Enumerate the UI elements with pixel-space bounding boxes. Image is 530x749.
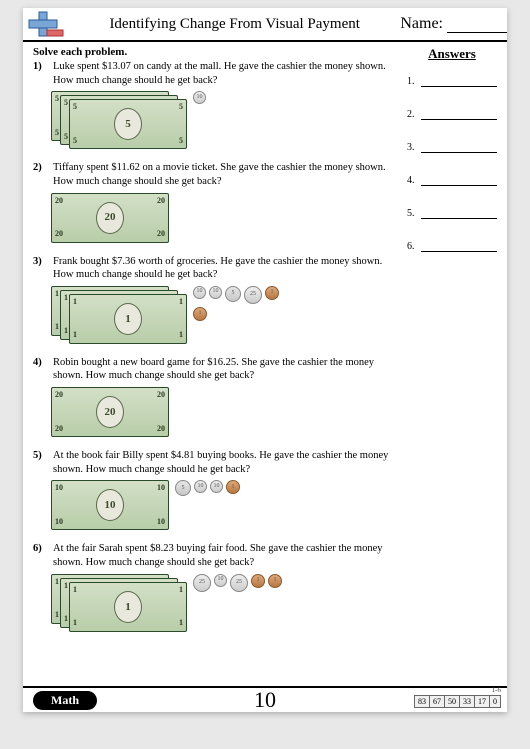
- problem-number: 2): [33, 161, 47, 188]
- bill-5-image: 55555: [69, 99, 187, 149]
- dime-coin-icon: 10: [214, 574, 227, 587]
- money-shown: 2020202020: [51, 193, 395, 243]
- problem-text: At the book fair Billy spent $4.81 buyin…: [53, 449, 395, 476]
- bill-20-image: 2020202020: [51, 387, 169, 437]
- problem-text: At the fair Sarah spent $8.23 buying fai…: [53, 542, 395, 569]
- problem-text: Luke spent $13.07 on candy at the mall. …: [53, 60, 395, 87]
- answer-row: 2.: [407, 109, 497, 120]
- answer-row: 1.: [407, 76, 497, 87]
- footer-bar: Math 10 1-6 83675033170: [23, 686, 507, 712]
- name-label: Name:: [400, 15, 443, 32]
- name-field: Name:: [400, 15, 507, 33]
- quarter-coin-icon: 25: [230, 574, 248, 592]
- page-number: 10: [254, 687, 276, 713]
- bill-stack: 555555555555555: [51, 91, 187, 149]
- problem-item: 2)Tiffany spent $11.62 on a movie ticket…: [33, 161, 395, 242]
- nickel-coin-icon: 5: [175, 480, 191, 496]
- dime-coin-icon: 10: [194, 480, 207, 493]
- dime-coin-icon: 10: [210, 480, 223, 493]
- problem-item: 1)Luke spent $13.07 on candy at the mall…: [33, 60, 395, 149]
- score-boxes: 83675033170: [415, 695, 501, 708]
- bill-stack: 111111111111111: [51, 574, 187, 632]
- bill-1-image: 11111: [69, 294, 187, 344]
- page-title: Identifying Change From Visual Payment: [69, 16, 400, 33]
- money-shown: 111111111111111101052511: [51, 286, 395, 344]
- problem-text: Tiffany spent $11.62 on a movie ticket. …: [53, 161, 395, 188]
- answer-blank-line[interactable]: [421, 241, 498, 252]
- instruction-text: Solve each problem.: [33, 46, 127, 58]
- header-bar: Identifying Change From Visual Payment N…: [23, 8, 507, 42]
- score-range-label: 1-6: [492, 686, 501, 694]
- dime-coin-icon: 10: [209, 286, 222, 299]
- quarter-coin-icon: 25: [193, 574, 211, 592]
- answers-header: Answers: [407, 46, 497, 62]
- bill-stack: 111111111111111: [51, 286, 187, 344]
- answer-blank-line[interactable]: [421, 175, 498, 186]
- answer-number: 3.: [407, 142, 415, 153]
- problems-list: 1)Luke spent $13.07 on candy at the mall…: [33, 60, 395, 644]
- dime-coin-icon: 10: [193, 91, 206, 104]
- answer-number: 5.: [407, 208, 415, 219]
- penny-coin-icon: 1: [251, 574, 265, 588]
- score-box: 83: [414, 695, 430, 708]
- bill-20-image: 2020202020: [51, 193, 169, 243]
- problem-item: 5)At the book fair Billy spent $4.81 buy…: [33, 449, 395, 530]
- answer-row: 5.: [407, 208, 497, 219]
- answer-blank-line[interactable]: [421, 76, 498, 87]
- score-box: 0: [489, 695, 501, 708]
- problem-item: 4)Robin bought a new board game for $16.…: [33, 356, 395, 437]
- answer-row: 6.: [407, 241, 497, 252]
- answer-row: 4.: [407, 175, 497, 186]
- score-box: 17: [474, 695, 490, 708]
- money-shown: 1010101010510101: [51, 480, 395, 530]
- problem-number: 3): [33, 255, 47, 282]
- money-shown: 2020202020: [51, 387, 395, 437]
- problem-item: 3)Frank bought $7.36 worth of groceries.…: [33, 255, 395, 344]
- penny-coin-icon: 1: [268, 574, 282, 588]
- answer-number: 2.: [407, 109, 415, 120]
- name-blank-line[interactable]: [447, 23, 507, 33]
- penny-coin-icon: 1: [265, 286, 279, 300]
- problem-text: Frank bought $7.36 worth of groceries. H…: [53, 255, 395, 282]
- money-shown: 555555555555555 10: [51, 91, 395, 149]
- score-box: 33: [459, 695, 475, 708]
- penny-coin-icon: 1: [193, 307, 207, 321]
- answer-number: 6.: [407, 241, 415, 252]
- problem-number: 4): [33, 356, 47, 383]
- problem-number: 5): [33, 449, 47, 476]
- worksheet-page: Identifying Change From Visual Payment N…: [23, 8, 507, 712]
- money-shown: 11111111111111125102511: [51, 574, 395, 632]
- bill-1-image: 11111: [69, 582, 187, 632]
- math-badge: Math: [33, 691, 97, 710]
- score-box: 50: [444, 695, 460, 708]
- logo-icon: [23, 7, 69, 41]
- problem-item: 6)At the fair Sarah spent $8.23 buying f…: [33, 542, 395, 631]
- answer-blank-line[interactable]: [421, 109, 498, 120]
- answer-number: 1.: [407, 76, 415, 87]
- answers-column: Answers 1. 2. 3. 4. 5. 6.: [407, 46, 497, 274]
- coin-group: 101052511: [193, 286, 283, 321]
- problem-number: 6): [33, 542, 47, 569]
- problem-text: Robin bought a new board game for $16.25…: [53, 356, 395, 383]
- problem-number: 1): [33, 60, 47, 87]
- answer-row: 3.: [407, 142, 497, 153]
- coin-group: 10: [193, 91, 206, 104]
- score-box: 67: [429, 695, 445, 708]
- nickel-coin-icon: 5: [225, 286, 241, 302]
- quarter-coin-icon: 25: [244, 286, 262, 304]
- answer-blank-line[interactable]: [421, 208, 498, 219]
- bill-10-image: 1010101010: [51, 480, 169, 530]
- answer-number: 4.: [407, 175, 415, 186]
- coin-group: 510101: [175, 480, 240, 496]
- penny-coin-icon: 1: [226, 480, 240, 494]
- coin-group: 25102511: [193, 574, 282, 592]
- answer-blank-line[interactable]: [421, 142, 498, 153]
- dime-coin-icon: 10: [193, 286, 206, 299]
